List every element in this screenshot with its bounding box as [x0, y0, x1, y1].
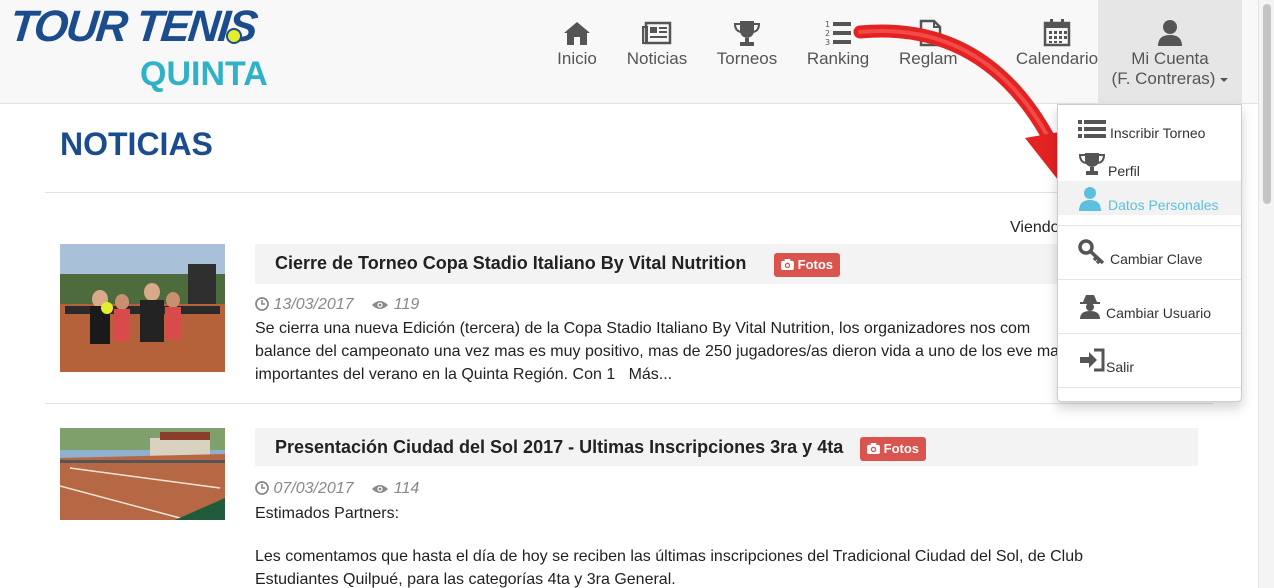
- user-icon: [1079, 187, 1101, 211]
- news-views: 119: [393, 296, 420, 313]
- news-thumbnail-2[interactable]: [60, 428, 225, 520]
- nav-reglamento-label: Reglam: [899, 49, 958, 68]
- nav-reglamento[interactable]: Reglam: [895, 0, 965, 104]
- news-excerpt-2b: Les comentamos que hasta el día de hoy s…: [255, 548, 1084, 588]
- news-title-1[interactable]: Cierre de Torneo Copa Stadio Italiano By…: [275, 253, 746, 274]
- nav-mi-cuenta-label: Mi Cuenta: [1131, 49, 1209, 68]
- clock-icon: [255, 481, 269, 495]
- news-meta-2: 07/03/2017 114: [255, 480, 419, 498]
- document-icon: [919, 19, 942, 47]
- user-icon: [1158, 20, 1182, 46]
- menu-divider: [1058, 387, 1241, 388]
- menu-label: Salir: [1106, 359, 1135, 375]
- logo-text-top: TOUR TENIS: [7, 2, 259, 51]
- menu-divider: [1058, 279, 1241, 280]
- ordered-list-icon: 1 2 3: [825, 20, 851, 47]
- svg-text:2: 2: [825, 29, 830, 38]
- news-date: 07/03/2017: [273, 480, 354, 497]
- menu-label: Inscribir Torneo: [1110, 125, 1206, 141]
- newspaper-icon: [642, 21, 672, 45]
- site-logo[interactable]: TOUR TENIS QUINTA: [7, 0, 272, 100]
- menu-cambiar-usuario[interactable]: Cambiar Usuario: [1058, 289, 1241, 323]
- menu-label: Datos Personales: [1108, 197, 1219, 213]
- nav-noticias-label: Noticias: [626, 49, 688, 68]
- nav-user-name: (F. Contreras): [1111, 69, 1216, 88]
- menu-label: Cambiar Usuario: [1106, 305, 1212, 321]
- camera-icon: [867, 443, 880, 454]
- news-title-2[interactable]: Presentación Ciudad del Sol 2017 - Ultim…: [275, 437, 843, 458]
- list-icon: [1078, 120, 1106, 138]
- top-navbar: TOUR TENIS QUINTA Inicio Noticias Torneo…: [0, 0, 1258, 104]
- fotos-badge-label: Fotos: [883, 441, 920, 456]
- menu-cambiar-clave[interactable]: Cambiar Clave: [1058, 235, 1241, 269]
- clock-icon: [255, 297, 269, 311]
- nav-ranking[interactable]: 1 2 3 Ranking: [804, 0, 872, 104]
- nav-calendario[interactable]: Calendario: [1014, 0, 1100, 104]
- nav-inicio[interactable]: Inicio: [548, 0, 606, 104]
- fotos-badge-1[interactable]: Fotos: [774, 253, 841, 277]
- sign-in-icon: [1080, 348, 1105, 372]
- page-scrollbar[interactable]: [1258, 0, 1274, 588]
- news-meta-1: 13/03/2017 119: [255, 296, 419, 314]
- scrollbar-thumb[interactable]: [1263, 4, 1271, 204]
- camera-icon: [781, 259, 794, 270]
- fotos-badge-2[interactable]: Fotos: [860, 437, 927, 461]
- menu-label: Cambiar Clave: [1110, 251, 1203, 267]
- news-excerpt-1: Se cierra una nueva Edición (tercera) de…: [255, 317, 1085, 386]
- nav-calendario-label: Calendario: [1015, 49, 1099, 68]
- trophy-icon: [1078, 153, 1106, 175]
- menu-datos-personales[interactable]: Datos Personales: [1058, 181, 1241, 215]
- logo-text-bottom: QUINTA: [140, 55, 268, 93]
- eye-icon: [372, 301, 389, 309]
- trophy-icon: [733, 21, 761, 46]
- fotos-badge-label: Fotos: [797, 257, 834, 272]
- nav-ranking-label: Ranking: [806, 49, 870, 68]
- page-title: NOTICIAS: [60, 126, 213, 162]
- nav-torneos-label: Torneos: [716, 49, 778, 68]
- news-photo-2: [60, 428, 225, 520]
- nav-inicio-label: Inicio: [557, 49, 597, 68]
- account-dropdown-menu: Inscribir Torneo Perfil Datos Personales…: [1057, 104, 1242, 402]
- news-views: 114: [393, 480, 420, 497]
- svg-text:3: 3: [825, 38, 830, 47]
- menu-divider: [1058, 225, 1241, 226]
- key-icon: [1078, 239, 1105, 265]
- divider: [45, 192, 1213, 193]
- news-excerpt-2a: Estimados Partners:: [255, 505, 400, 522]
- calendar-icon: [1043, 19, 1071, 47]
- nav-torneos[interactable]: Torneos: [712, 0, 782, 104]
- menu-salir[interactable]: Salir: [1058, 343, 1241, 377]
- menu-perfil[interactable]: Perfil: [1058, 147, 1241, 181]
- news-header-2: Presentación Ciudad del Sol 2017 - Ultim…: [255, 428, 1198, 466]
- news-photo-1: [60, 244, 225, 372]
- menu-label: Perfil: [1108, 163, 1140, 179]
- nav-noticias[interactable]: Noticias: [624, 0, 690, 104]
- caret-down-icon: [1220, 77, 1229, 82]
- tennis-ball-icon: [226, 28, 242, 44]
- news-thumbnail-1[interactable]: [60, 244, 225, 372]
- menu-inscribir-torneo[interactable]: Inscribir Torneo: [1058, 113, 1241, 147]
- news-date: 13/03/2017: [273, 296, 354, 313]
- read-more-link[interactable]: Más...: [629, 366, 673, 383]
- menu-divider: [1058, 333, 1241, 334]
- divider: [45, 403, 1213, 404]
- home-icon: [564, 22, 590, 45]
- user-secret-icon: [1080, 295, 1100, 319]
- svg-text:1: 1: [825, 20, 830, 29]
- eye-icon: [372, 485, 389, 493]
- viendo-text: Viendo: [1010, 219, 1060, 236]
- nav-mi-cuenta[interactable]: Mi Cuenta (F. Contreras): [1098, 0, 1242, 104]
